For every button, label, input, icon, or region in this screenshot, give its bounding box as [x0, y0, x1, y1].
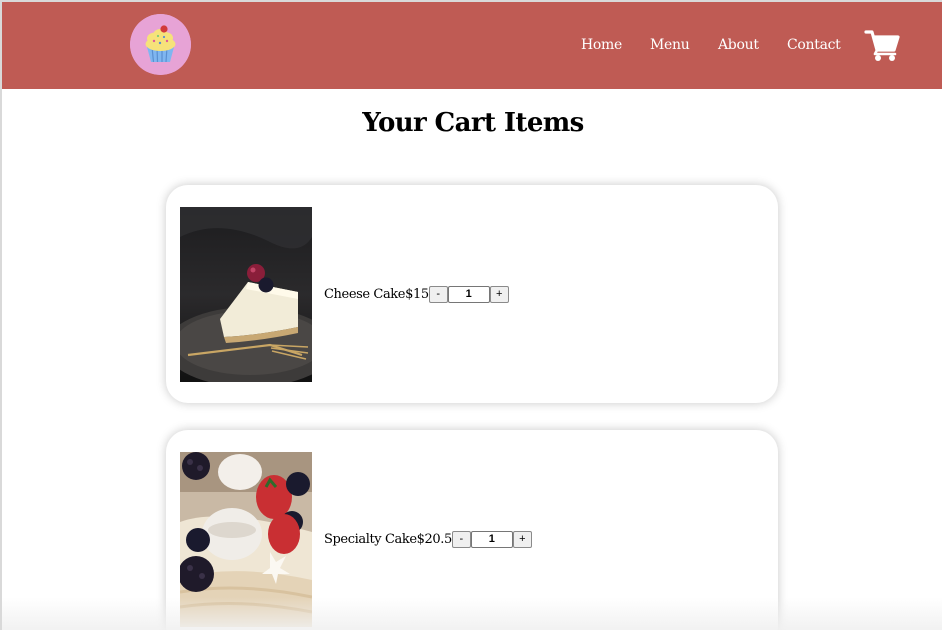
cart-item-row: Cheese Cake$15- + [324, 285, 509, 303]
nav-home-link[interactable]: Home [581, 37, 622, 53]
navbar: Home Menu About Contact [2, 2, 942, 89]
quantity-input[interactable] [470, 530, 513, 548]
page: Home Menu About Contact Your Cart Items [0, 0, 942, 630]
cart-item-row: Specialty Cake$20.5- + [324, 530, 532, 548]
specialty-cake-photo [180, 452, 312, 627]
nav-about-link[interactable]: About [718, 37, 759, 53]
increment-button[interactable]: + [489, 285, 509, 303]
decrement-button[interactable]: - [428, 285, 448, 303]
nav-contact-link[interactable]: Contact [787, 37, 841, 53]
decrement-button[interactable]: - [451, 530, 471, 548]
page-title: Your Cart Items [362, 108, 584, 138]
item-name: Cheese Cake [324, 286, 406, 302]
nav-menu-link[interactable]: Menu [650, 37, 690, 53]
item-price: $15 [405, 286, 429, 302]
increment-button[interactable]: + [512, 530, 532, 548]
shopping-cart-icon[interactable] [864, 28, 900, 62]
item-name: Specialty Cake [324, 531, 417, 547]
cart-item-card: Cheese Cake$15- + [166, 185, 778, 403]
quantity-input[interactable] [447, 285, 490, 303]
cart-item-card: Specialty Cake$20.5- + [166, 430, 778, 630]
item-price: $20.5 [416, 531, 453, 547]
cheesecake-photo [180, 207, 312, 382]
cupcake-logo-icon[interactable] [130, 14, 191, 75]
